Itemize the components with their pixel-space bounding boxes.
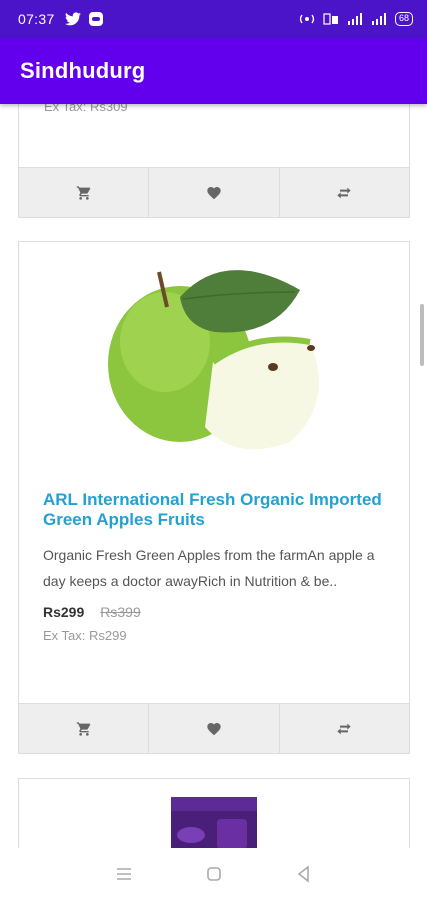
price-row: Rs299 Rs399 (43, 604, 141, 620)
compare-icon (337, 187, 351, 198)
green-apple-image[interactable] (95, 252, 335, 462)
price-original: Rs399 (100, 604, 141, 620)
status-bar: 07:37 68 (0, 0, 427, 38)
back-icon[interactable] (295, 865, 313, 883)
battery-icon: 68 (394, 12, 413, 26)
status-right-icons: 68 (299, 12, 413, 26)
page-title: Sindhudurg (20, 58, 146, 83)
price-current: Rs299 (43, 604, 85, 620)
compare-button[interactable] (280, 704, 409, 753)
signal-icon (347, 13, 362, 25)
product-list[interactable]: Ex Tax: Rs309 ARL International Fresh Or… (0, 104, 427, 848)
product-card-next[interactable] (18, 778, 410, 848)
add-to-cart-button[interactable] (19, 168, 150, 217)
status-left-icons (64, 12, 103, 26)
message-icon (88, 12, 103, 26)
product-card[interactable]: ARL International Fresh Organic Imported… (18, 241, 410, 754)
add-to-cart-button[interactable] (19, 704, 150, 753)
cart-icon (76, 185, 90, 200)
ex-tax-label: Ex Tax: Rs309 (44, 104, 128, 114)
card-actions (19, 703, 409, 753)
app-bar: Sindhudurg (0, 38, 427, 104)
ex-tax-label: Ex Tax: Rs299 (43, 628, 127, 643)
product-title-link[interactable]: ARL International Fresh Organic Imported… (43, 490, 393, 530)
signal-icon (371, 13, 386, 25)
home-icon[interactable] (205, 865, 223, 883)
menu-icon[interactable] (115, 865, 133, 883)
cart-icon (76, 721, 90, 736)
hotspot-icon (299, 14, 315, 24)
product-description: Organic Fresh Green Apples from the farm… (43, 547, 375, 589)
system-nav-bar (0, 848, 427, 900)
wishlist-button[interactable] (149, 704, 280, 753)
card-actions (19, 167, 409, 217)
twitter-icon (64, 12, 81, 26)
status-time: 07:37 (18, 11, 55, 27)
product-card-previous[interactable]: Ex Tax: Rs309 (18, 104, 410, 218)
heart-icon (207, 186, 221, 199)
compare-icon (337, 723, 351, 734)
compare-button[interactable] (280, 168, 409, 217)
scrollbar[interactable] (420, 304, 424, 366)
volte-icon (323, 13, 338, 25)
chocolate-image[interactable] (169, 797, 259, 848)
wishlist-button[interactable] (149, 168, 280, 217)
heart-icon (207, 722, 221, 735)
